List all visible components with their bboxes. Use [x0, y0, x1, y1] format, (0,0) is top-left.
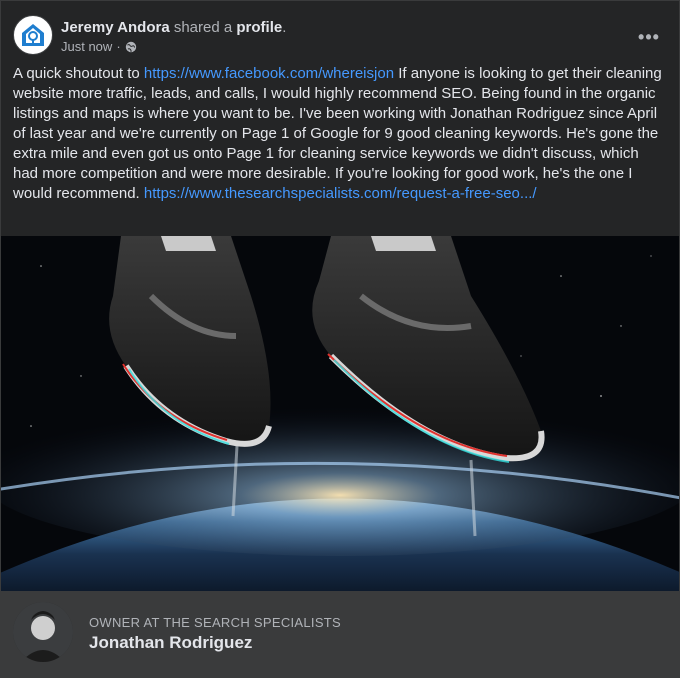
post-image[interactable]	[1, 236, 679, 591]
sneakers-over-earth-image	[1, 236, 679, 591]
shared-object-suffix: .	[282, 19, 287, 36]
shared-object-link[interactable]: profile	[236, 19, 282, 36]
post-timestamp[interactable]: Just now	[61, 39, 112, 55]
shared-profile-footer[interactable]: OWNER AT THE SEARCH SPECIALISTS Jonathan…	[1, 591, 679, 677]
more-options-icon[interactable]: •••	[631, 19, 667, 55]
author-name[interactable]: Jeremy Andora	[61, 19, 170, 36]
meta-separator: ·	[116, 39, 121, 54]
profile-photo	[13, 602, 73, 662]
facebook-profile-link[interactable]: https://www.facebook.com/whereisjon	[144, 65, 394, 82]
post-meta: Just now ·	[61, 39, 137, 55]
profile-subtitle: OWNER AT THE SEARCH SPECIALISTS	[89, 615, 342, 630]
post-text-intro: A quick shoutout to	[13, 65, 144, 82]
post-body: A quick shoutout to https://www.facebook…	[13, 64, 665, 204]
post-text-main: If anyone is looking to get their cleani…	[13, 65, 662, 202]
post-card: Jeremy Andora shared a profile. Just now…	[0, 0, 680, 678]
profile-avatar[interactable]	[13, 602, 73, 662]
profile-name[interactable]: Jonathan Rodriguez	[89, 633, 252, 653]
shared-verb: shared a	[173, 19, 233, 36]
author-avatar[interactable]	[13, 15, 53, 55]
globe-icon[interactable]	[125, 41, 137, 53]
post-header: Jeremy Andora shared a profile. Just now…	[13, 15, 667, 59]
request-seo-link[interactable]: https://www.thesearchspecialists.com/req…	[144, 185, 537, 202]
author-line: Jeremy Andora shared a profile.	[61, 18, 286, 38]
home-logo-icon	[22, 24, 44, 46]
